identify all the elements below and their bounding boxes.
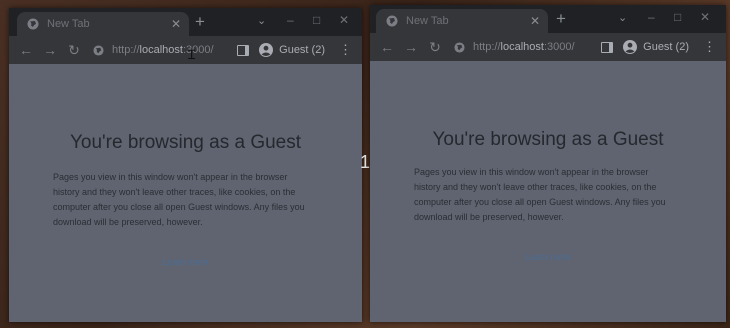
back-arrow-icon[interactable]: ← — [19, 42, 33, 58]
profile-label: Guest (2) — [643, 41, 689, 53]
chevron-down-icon[interactable]: ⌄ — [618, 11, 627, 24]
close-window-icon[interactable]: ✕ — [700, 10, 710, 24]
browser-window-2: New Tab ✕ + ⌄ – □ ✕ ← → ↻ http://localho… — [370, 5, 726, 322]
reload-icon[interactable]: ↻ — [428, 39, 442, 56]
toolbar: ← → ↻ http://localhost:3000/ Guest (2) ⋮ — [370, 33, 726, 61]
tab-strip: New Tab ✕ + ⌄ – □ ✕ — [370, 5, 726, 33]
plus-icon[interactable]: + — [556, 9, 566, 29]
profile-button[interactable]: Guest (2) — [259, 43, 325, 57]
globe-icon — [27, 18, 39, 30]
forward-arrow-icon[interactable]: → — [404, 39, 418, 55]
tab-new-tab[interactable]: New Tab ✕ — [376, 9, 548, 33]
minimize-icon[interactable]: – — [648, 10, 655, 24]
guest-description: Pages you view in this window won't appe… — [53, 172, 305, 227]
i-beam-cursor-icon: Ɪ — [188, 48, 196, 63]
chevron-down-icon[interactable]: ⌄ — [257, 14, 266, 27]
browser-window-1: New Tab ✕ + ⌄ – □ ✕ ← → ↻ http://localho… — [9, 8, 362, 322]
reload-icon[interactable]: ↻ — [67, 42, 81, 59]
maximize-icon[interactable]: □ — [674, 10, 681, 24]
overlay-number: 1 — [360, 152, 371, 172]
address-bar[interactable]: http://localhost:3000/ — [93, 39, 237, 61]
tab-title: New Tab — [406, 15, 449, 27]
side-panel-icon[interactable] — [601, 41, 614, 53]
tab-strip: New Tab ✕ + ⌄ – □ ✕ — [9, 8, 362, 36]
side-panel-icon[interactable] — [237, 44, 250, 56]
learn-more-link[interactable]: Learn more — [9, 257, 362, 267]
close-window-icon[interactable]: ✕ — [339, 13, 349, 27]
guest-page: You're browsing as a Guest Pages you vie… — [9, 64, 362, 322]
tab-title: New Tab — [47, 18, 90, 30]
maximize-icon[interactable]: □ — [313, 13, 320, 27]
address-bar[interactable]: http://localhost:3000/ — [454, 36, 601, 58]
account-icon — [623, 40, 638, 54]
kebab-menu-icon[interactable]: ⋮ — [703, 39, 716, 55]
guest-description: Pages you view in this window won't appe… — [414, 167, 666, 222]
page-title: You're browsing as a Guest — [432, 129, 664, 150]
info-icon[interactable] — [454, 41, 465, 53]
tab-new-tab[interactable]: New Tab ✕ — [17, 12, 189, 36]
back-arrow-icon[interactable]: ← — [380, 39, 394, 55]
url-text[interactable]: http://localhost:3000/ — [473, 41, 575, 53]
profile-button[interactable]: Guest (2) — [623, 40, 689, 54]
account-icon — [259, 43, 274, 57]
learn-more-link[interactable]: Learn more — [370, 252, 726, 262]
forward-arrow-icon[interactable]: → — [43, 42, 57, 58]
close-icon[interactable]: ✕ — [171, 17, 181, 31]
toolbar: ← → ↻ http://localhost:3000/ Guest (2) ⋮ — [9, 36, 362, 64]
minimize-icon[interactable]: – — [287, 13, 294, 27]
info-icon[interactable] — [93, 44, 104, 56]
plus-icon[interactable]: + — [195, 12, 205, 32]
page-title: You're browsing as a Guest — [69, 132, 302, 153]
profile-label: Guest (2) — [279, 44, 325, 56]
url-text[interactable]: http://localhost:3000/ — [112, 44, 214, 56]
guest-page: You're browsing as a Guest Pages you vie… — [370, 61, 726, 322]
kebab-menu-icon[interactable]: ⋮ — [339, 42, 352, 58]
globe-icon — [386, 15, 398, 27]
close-icon[interactable]: ✕ — [530, 14, 540, 28]
